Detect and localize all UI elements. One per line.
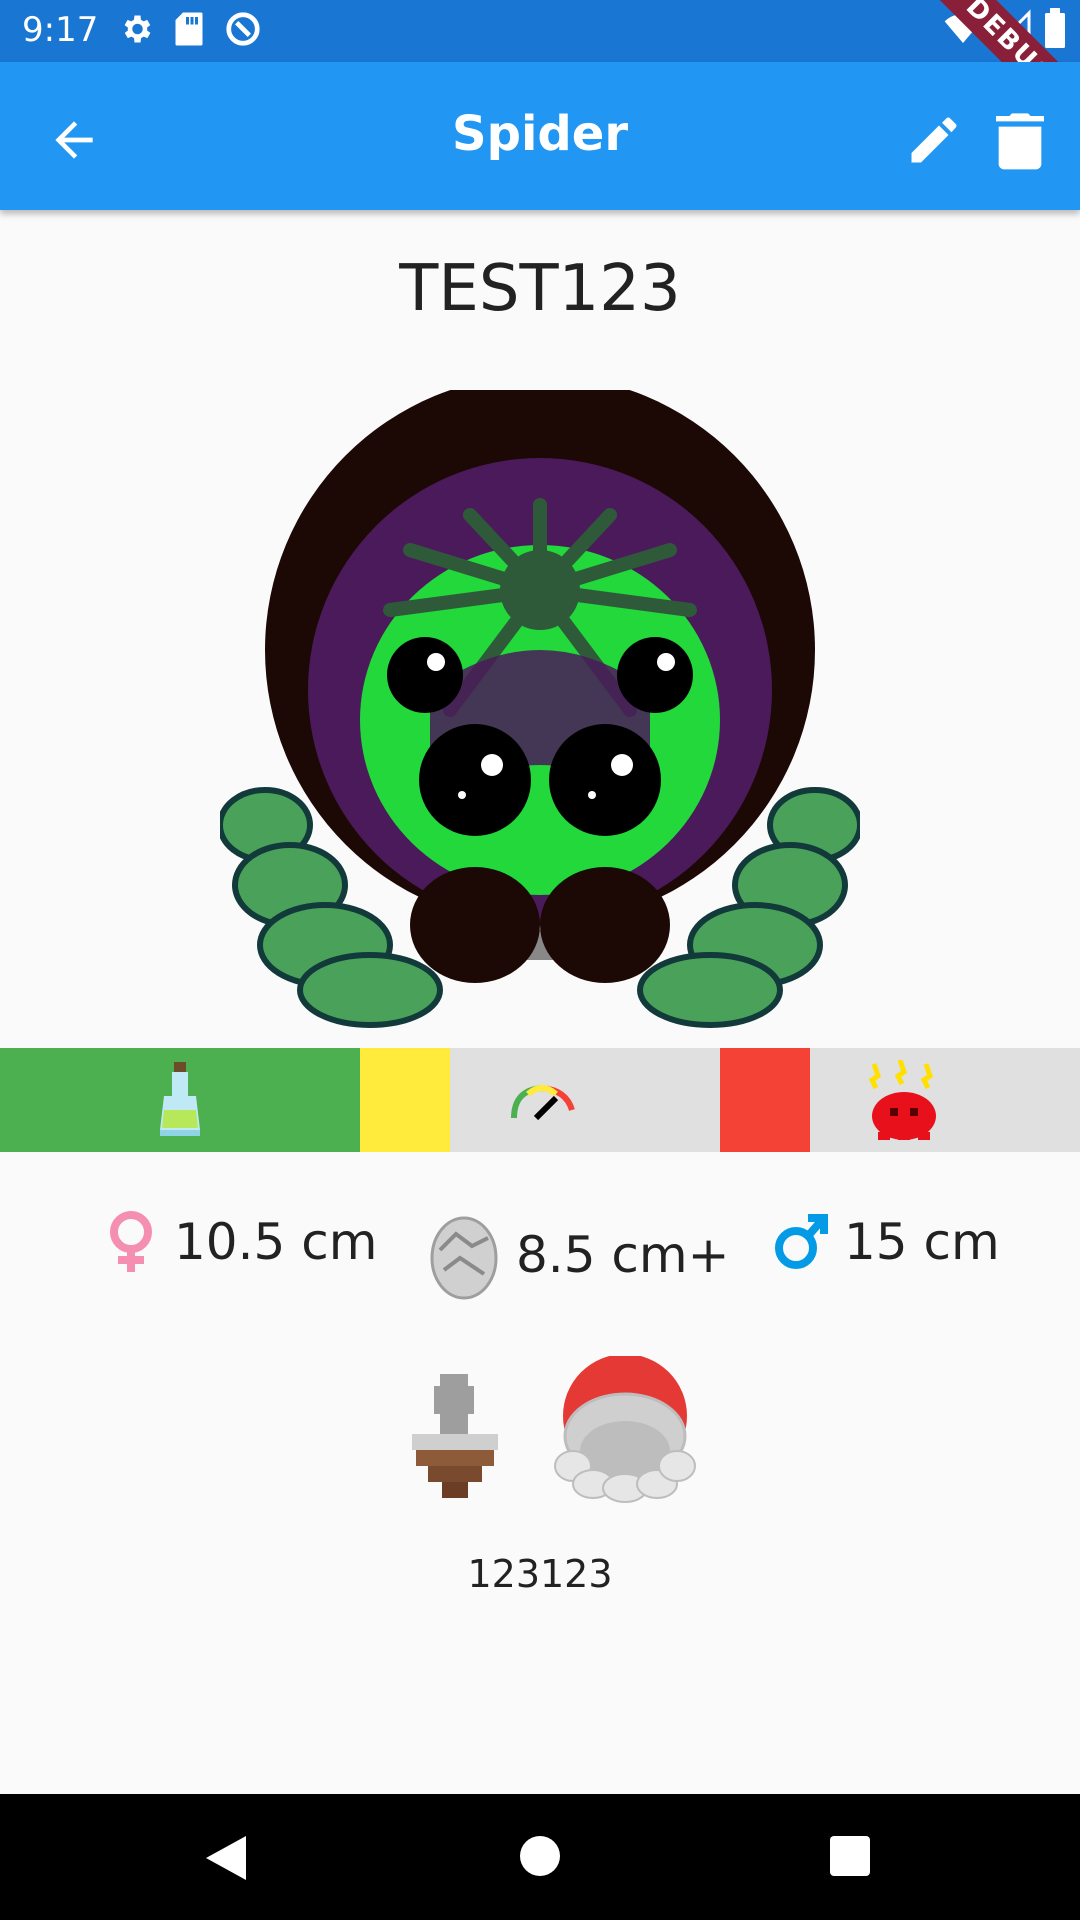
delete-trash-icon[interactable] xyxy=(992,108,1048,172)
spider-image xyxy=(220,390,860,1028)
potion-bottle-icon xyxy=(160,1062,200,1136)
male-size: 15 cm xyxy=(774,1210,1000,1274)
sync-icon xyxy=(226,12,260,46)
egg-size: 8.5 cm+ xyxy=(428,1210,730,1300)
status-segment-feeding[interactable] xyxy=(0,1048,360,1152)
male-symbol-icon xyxy=(775,1214,828,1269)
nav-home-icon[interactable] xyxy=(520,1836,560,1876)
status-segment-temper[interactable] xyxy=(810,1048,1080,1152)
status-segment-yellow[interactable] xyxy=(360,1048,450,1152)
female-size: 10.5 cm xyxy=(104,1210,377,1274)
egg-sac-icon xyxy=(430,1216,498,1300)
edit-pencil-icon[interactable] xyxy=(904,110,964,170)
status-left-icons xyxy=(118,10,262,48)
nav-recents-icon[interactable] xyxy=(830,1836,870,1876)
settings-icon xyxy=(124,15,151,43)
nav-back-icon[interactable] xyxy=(206,1836,246,1880)
spider-name: TEST123 xyxy=(399,252,681,326)
system-navigation-bar xyxy=(0,1794,1080,1920)
female-size-value: 10.5 cm xyxy=(174,1213,378,1271)
app-bar: Spider xyxy=(0,62,1080,210)
enclosure-icon xyxy=(554,1356,696,1503)
status-segment-molt[interactable] xyxy=(450,1048,720,1152)
battery-icon xyxy=(1045,8,1065,48)
status-time: 9:17 xyxy=(22,10,99,50)
habitat-icons xyxy=(0,1356,1080,1516)
female-symbol-icon xyxy=(110,1211,152,1272)
status-segment-red[interactable] xyxy=(720,1048,810,1152)
size-stats: 10.5 cm 8.5 cm+ 15 cm xyxy=(0,1210,1080,1300)
angry-red-blob-icon xyxy=(868,1060,936,1140)
rainbow-gauge-icon xyxy=(511,1085,575,1121)
status-bar: 9:17 DEBUG xyxy=(0,0,1080,62)
status-strip xyxy=(0,1048,1080,1152)
spider-code: 123123 xyxy=(467,1552,613,1596)
male-size-value: 15 cm xyxy=(844,1213,1000,1271)
substrate-plant-icon xyxy=(412,1374,498,1498)
egg-size-value: 8.5 cm+ xyxy=(516,1226,730,1284)
sd-card-icon xyxy=(175,12,203,46)
